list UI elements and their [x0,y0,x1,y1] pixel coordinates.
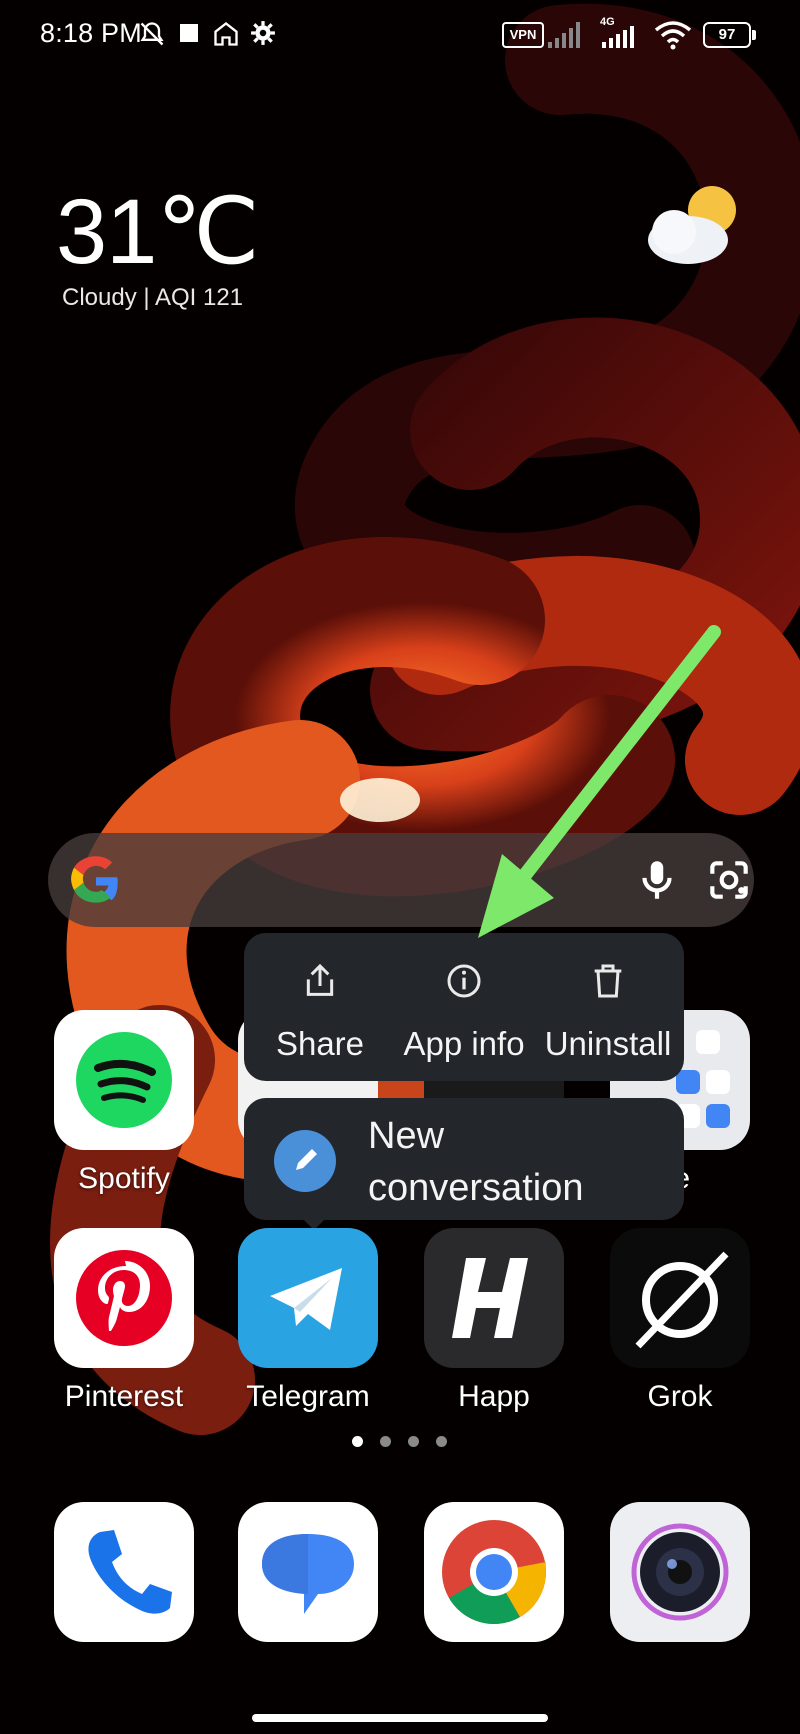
happ-icon [424,1228,564,1368]
cloud-sun-icon [648,186,736,264]
app-label: Grok [647,1380,713,1413]
pencil-icon [274,1130,336,1192]
status-time: 8:18 PM [40,18,142,48]
lens-icon[interactable] [704,855,754,905]
menu-app-info[interactable]: App info [394,953,534,1063]
battery-indicator: 97 [703,22,756,48]
settings-gear-icon [251,21,275,45]
bell-off-icon [140,22,164,46]
phone-icon [54,1502,194,1642]
page-indicator[interactable] [352,1436,452,1450]
app-shortcut-menu[interactable]: New conversation [244,1098,684,1220]
signal-icon [548,22,580,48]
wifi-icon [654,21,692,50]
page-dot [408,1436,419,1447]
grok-icon [610,1228,750,1368]
weather-temperature: 31℃ [56,181,260,283]
menu-uninstall[interactable]: Uninstall [538,953,678,1063]
pinterest-icon [54,1228,194,1368]
menu-uninstall-label: Uninstall [544,1025,672,1062]
messages-icon [238,1502,378,1642]
app-label: Telegram [246,1380,370,1413]
menu-share[interactable]: Share [250,953,390,1063]
trash-icon [594,964,622,998]
app-label: Happ [458,1380,530,1413]
share-icon [306,963,334,996]
spotify-icon [54,1010,194,1150]
shelter-icon [214,22,238,46]
app-label: Spotify [78,1162,170,1195]
status-bar: 8:18 PM VPN 4G 97 [0,0,800,70]
app-context-menu: Share App info Uninstall [244,933,684,1081]
google-g-icon [71,856,118,903]
telegram-icon [238,1228,378,1368]
vpn-badge: VPN [502,22,544,48]
mic-icon[interactable] [632,855,682,905]
page-dot [380,1436,391,1447]
shortcut-new-conversation: New conversation [368,1115,584,1209]
square-notification-icon [180,24,198,42]
chrome-icon [424,1502,564,1642]
google-search-bar[interactable] [48,833,754,927]
camera-icon [610,1502,750,1642]
page-dot [436,1436,447,1447]
signal-4g-icon [602,26,634,48]
home-gesture-bar[interactable] [252,1714,548,1722]
weather-summary: Cloudy | AQI 121 [62,284,244,311]
page-dot-active [352,1436,363,1447]
app-label: Pinterest [64,1380,184,1413]
info-icon [447,964,481,998]
